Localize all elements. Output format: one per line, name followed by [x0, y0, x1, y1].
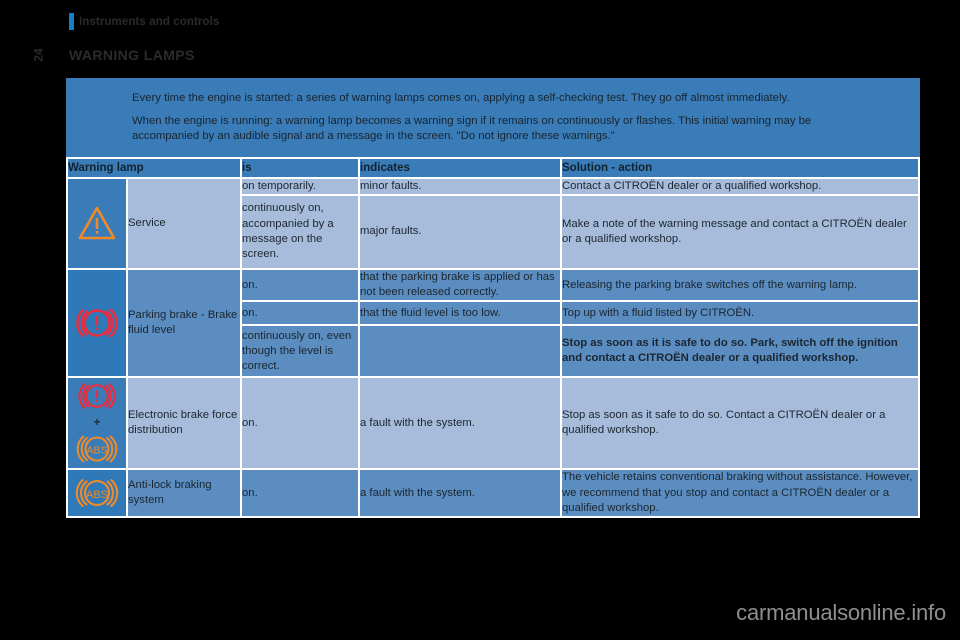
header-accent-bar — [69, 13, 74, 30]
lamp-indicates-cell: minor faults. — [360, 178, 561, 194]
lamp-name-cell: Electronic brake force distribution — [128, 378, 241, 469]
page-title: WARNING LAMPS — [69, 47, 195, 63]
column-header-is: is — [242, 158, 359, 177]
lamp-is-cell: continuously on, accompanied by a messag… — [242, 195, 359, 268]
lamp-indicates-cell: major faults. — [360, 195, 561, 268]
warning-lamps-table: Warning lamp is indicates Solution - act… — [66, 156, 920, 519]
lamp-solution-cell: Make a note of the warning message and c… — [562, 195, 918, 268]
page-number-value: 24 — [31, 48, 46, 62]
warning-triangle-icon — [68, 205, 126, 241]
lamp-solution-cell: Contact a CITROËN dealer or a qualified … — [562, 178, 918, 194]
icon-plus-separator: + — [93, 415, 101, 430]
running-header: Instruments and controls — [69, 13, 219, 30]
lamp-solution-cell: Top up with a fluid listed by CITROËN. — [562, 302, 918, 325]
lamp-is-cell: continuously on, even though the level i… — [242, 326, 359, 377]
table-row: Service on temporarily. minor faults. Co… — [68, 178, 918, 268]
table-row: ABS Anti-lock braking system on. a fault… — [68, 470, 918, 517]
lamp-indicates-cell: that the parking brake is applied or has… — [360, 269, 561, 301]
intro-block: Every time the engine is started: a seri… — [66, 78, 920, 157]
abs-icon: ABS — [68, 473, 126, 513]
lamp-is-cell: on. — [242, 269, 359, 301]
column-header-solution: Solution - action — [562, 158, 918, 177]
lamp-icon-cell — [68, 269, 126, 377]
lamp-name-cell: Anti-lock braking system — [128, 470, 241, 517]
intro-paragraph: Every time the engine is started: a seri… — [132, 92, 790, 104]
brake-plus-abs-icon: + ABS — [68, 378, 126, 468]
lamp-solution-cell: Stop as soon as it is safe to do so. Par… — [562, 326, 918, 377]
lamp-icon-cell: ABS — [68, 470, 126, 517]
column-header-lamp: Warning lamp — [68, 158, 241, 177]
lamp-icon-cell — [68, 178, 126, 268]
lamp-solution-cell: Releasing the parking brake switches off… — [562, 269, 918, 301]
content-panel: Every time the engine is started: a seri… — [66, 78, 920, 519]
lamp-solution-cell: The vehicle retains conventional braking… — [562, 470, 918, 517]
footer-watermark: carmanualsonline.info — [736, 600, 946, 625]
table-header-row: Warning lamp is indicates Solution - act… — [68, 158, 918, 177]
lamp-name-cell: Parking brake - Brake fluid level — [128, 269, 241, 377]
page-number: 24 — [28, 44, 50, 66]
brake-warning-icon — [68, 303, 126, 343]
table-row: Parking brake - Brake fluid level on. th… — [68, 269, 918, 377]
lamp-is-cell: on. — [242, 378, 359, 469]
table-row: + ABS Electronic brake force distributio… — [68, 378, 918, 469]
intro-paragraph: When the engine is running: a warning la… — [132, 114, 812, 143]
svg-text:ABS: ABS — [86, 445, 107, 457]
svg-text:ABS: ABS — [86, 489, 108, 501]
lamp-icon-cell: + ABS — [68, 378, 126, 469]
brake-warning-icon — [78, 383, 116, 410]
abs-icon: ABS — [76, 436, 118, 463]
lamp-name-cell: Service — [128, 178, 241, 268]
column-header-indicates: indicates — [360, 158, 561, 177]
lamp-is-cell: on temporarily. — [242, 178, 359, 194]
lamp-is-cell: on. — [242, 470, 359, 517]
running-header-label: Instruments and controls — [79, 15, 220, 28]
lamp-solution-cell: Stop as soon as it safe to do so. Contac… — [562, 378, 918, 469]
lamp-indicates-cell — [360, 326, 561, 377]
lamp-is-cell: on. — [242, 302, 359, 325]
lamp-indicates-cell: that the fluid level is too low. — [360, 302, 561, 325]
lamp-indicates-cell: a fault with the system. — [360, 378, 561, 469]
lamp-indicates-cell: a fault with the system. — [360, 470, 561, 517]
